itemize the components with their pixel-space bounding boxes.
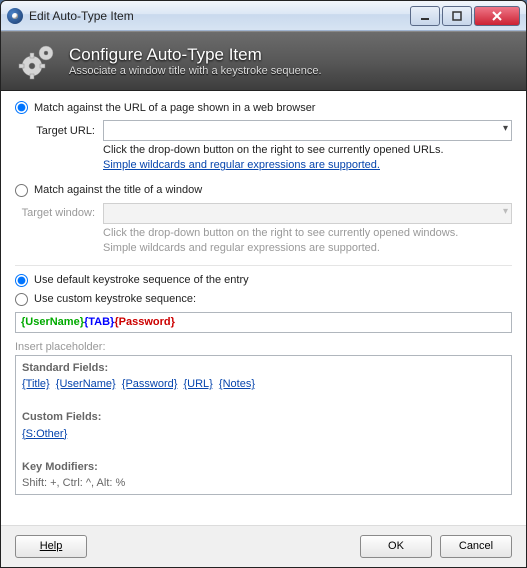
window-hint2: Simple wildcards and regular expressions… (103, 241, 512, 256)
placeholder-link[interactable]: {UserName} (56, 378, 116, 390)
footer: Help OK Cancel (1, 525, 526, 567)
key-modifiers-text: Shift: +, Ctrl: ^, Alt: % (22, 475, 505, 492)
match-title-radio[interactable] (15, 184, 28, 197)
default-sequence-label: Use default keystroke sequence of the en… (34, 274, 249, 286)
banner: Configure Auto-Type Item Associate a win… (1, 31, 526, 91)
target-window-combo: ▾ (103, 203, 512, 224)
placeholder-link[interactable]: {Password} (122, 378, 178, 390)
banner-heading: Configure Auto-Type Item (69, 45, 322, 65)
default-sequence-radio[interactable] (15, 274, 28, 287)
minimize-button[interactable] (410, 6, 440, 26)
target-window-label: Target window: (15, 207, 95, 219)
close-button[interactable] (474, 6, 520, 26)
help-button[interactable]: Help (15, 535, 87, 558)
chevron-down-icon: ▾ (503, 206, 508, 217)
key-modifiers-heading: Key Modifiers: (22, 459, 505, 476)
placeholder-link[interactable]: {S:Other} (22, 428, 67, 440)
window-hint: Click the drop-down button on the right … (103, 226, 512, 241)
placeholder-label: Insert placeholder: (15, 341, 512, 353)
content-area: Match against the URL of a page shown in… (1, 91, 526, 505)
placeholder-link[interactable]: {Notes} (219, 378, 255, 390)
placeholder-link[interactable]: {URL} (184, 378, 213, 390)
placeholder-box[interactable]: Standard Fields: {Title} {UserName} {Pas… (15, 355, 512, 495)
gears-icon (17, 41, 57, 81)
placeholder-link[interactable]: {Title} (22, 378, 50, 390)
custom-sequence-label: Use custom keystroke sequence: (34, 293, 196, 305)
cancel-button[interactable]: Cancel (440, 535, 512, 558)
match-url-radio[interactable] (15, 101, 28, 114)
banner-sub: Associate a window title with a keystrok… (69, 65, 322, 77)
dialog-window: Edit Auto-Type Item Configure Auto-Type … (0, 0, 527, 568)
target-url-label: Target URL: (15, 125, 95, 137)
match-url-label: Match against the URL of a page shown in… (34, 102, 315, 114)
lock-icon (7, 8, 23, 24)
custom-sequence-radio[interactable] (15, 293, 28, 306)
ok-button[interactable]: OK (360, 535, 432, 558)
custom-fields-heading: Custom Fields: (22, 409, 505, 426)
match-title-label: Match against the title of a window (34, 184, 202, 196)
url-hint: Click the drop-down button on the right … (103, 143, 512, 158)
titlebar[interactable]: Edit Auto-Type Item (1, 1, 526, 31)
std-fields-heading: Standard Fields: (22, 360, 505, 377)
url-wildcard-link[interactable]: Simple wildcards and regular expressions… (103, 159, 380, 171)
chevron-down-icon: ▾ (503, 123, 508, 134)
window-title: Edit Auto-Type Item (29, 9, 410, 23)
maximize-button[interactable] (442, 6, 472, 26)
separator (15, 265, 512, 266)
sequence-input[interactable]: {UserName}{TAB}{Password} (15, 312, 512, 333)
target-url-combo[interactable]: ▾ (103, 120, 512, 141)
